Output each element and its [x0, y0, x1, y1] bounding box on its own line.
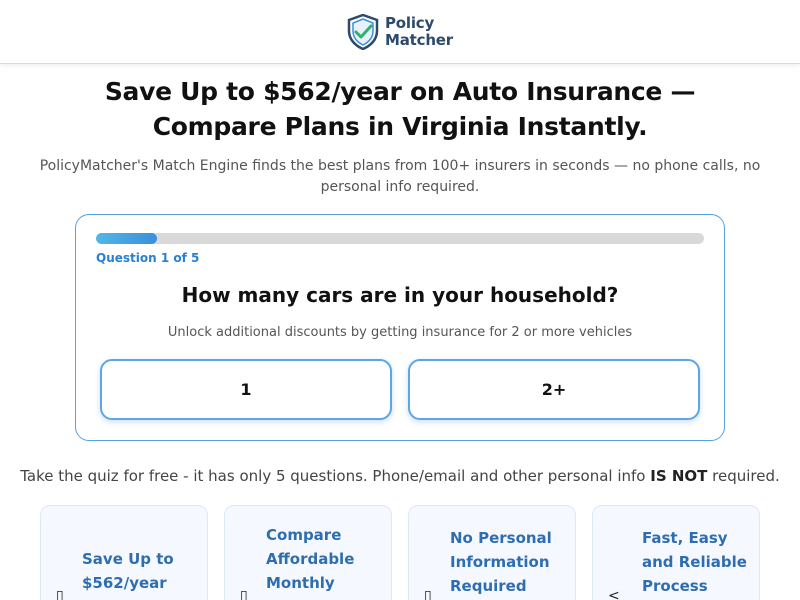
feature-card-compare: Compare Affordable Monthly ▯ — [224, 505, 392, 600]
logo-line-1: Policy — [385, 13, 435, 32]
feature-card-savings: Save Up to $562/year ▯ — [40, 505, 208, 600]
quiz-progress-fill — [96, 233, 157, 244]
feature-label: Compare Affordable Monthly — [266, 526, 355, 592]
question-title: How many cars are in your household? — [181, 283, 619, 307]
free-note-prefix: Take the quiz for free - it has only 5 q… — [20, 467, 651, 485]
page-subhead: PolicyMatcher's Match Engine finds the b… — [39, 158, 761, 195]
answer-button-2-plus[interactable]: 2+ — [408, 359, 700, 420]
money-icon: ▯ — [56, 588, 64, 600]
free-quiz-note: Take the quiz for free - it has only 5 q… — [0, 467, 800, 485]
policy-matcher-logo[interactable]: Policy Matcher — [347, 13, 453, 50]
feature-label: No Personal Information Required — [450, 529, 552, 595]
site-header: Policy Matcher — [0, 0, 800, 64]
logo-line-2: Matcher — [385, 30, 453, 49]
free-note-suffix: required. — [707, 467, 780, 485]
free-note-emphasis: IS NOT — [650, 467, 708, 485]
quiz-card: Question 1 of 5 How many cars are in you… — [75, 214, 725, 441]
feature-card-privacy: No Personal Information Required ▯ — [408, 505, 576, 600]
answer-button-1[interactable]: 1 — [100, 359, 392, 420]
question-hint: Unlock additional discounts by getting i… — [167, 325, 633, 340]
shield-icon — [347, 13, 379, 50]
quiz-progress-bar — [96, 233, 704, 244]
lock-icon: ▯ — [424, 588, 432, 600]
check-icon: < — [608, 588, 620, 600]
feature-label: Fast, Easy and Reliable Process — [642, 529, 747, 595]
compare-icon: ▯ — [240, 588, 248, 600]
page-headline: Save Up to $562/year on Auto Insurance —… — [104, 77, 696, 141]
feature-label: Save Up to $562/year — [82, 550, 174, 592]
feature-card-fast: Fast, Easy and Reliable Process < — [592, 505, 760, 600]
question-counter: Question 1 of 5 — [96, 251, 200, 265]
